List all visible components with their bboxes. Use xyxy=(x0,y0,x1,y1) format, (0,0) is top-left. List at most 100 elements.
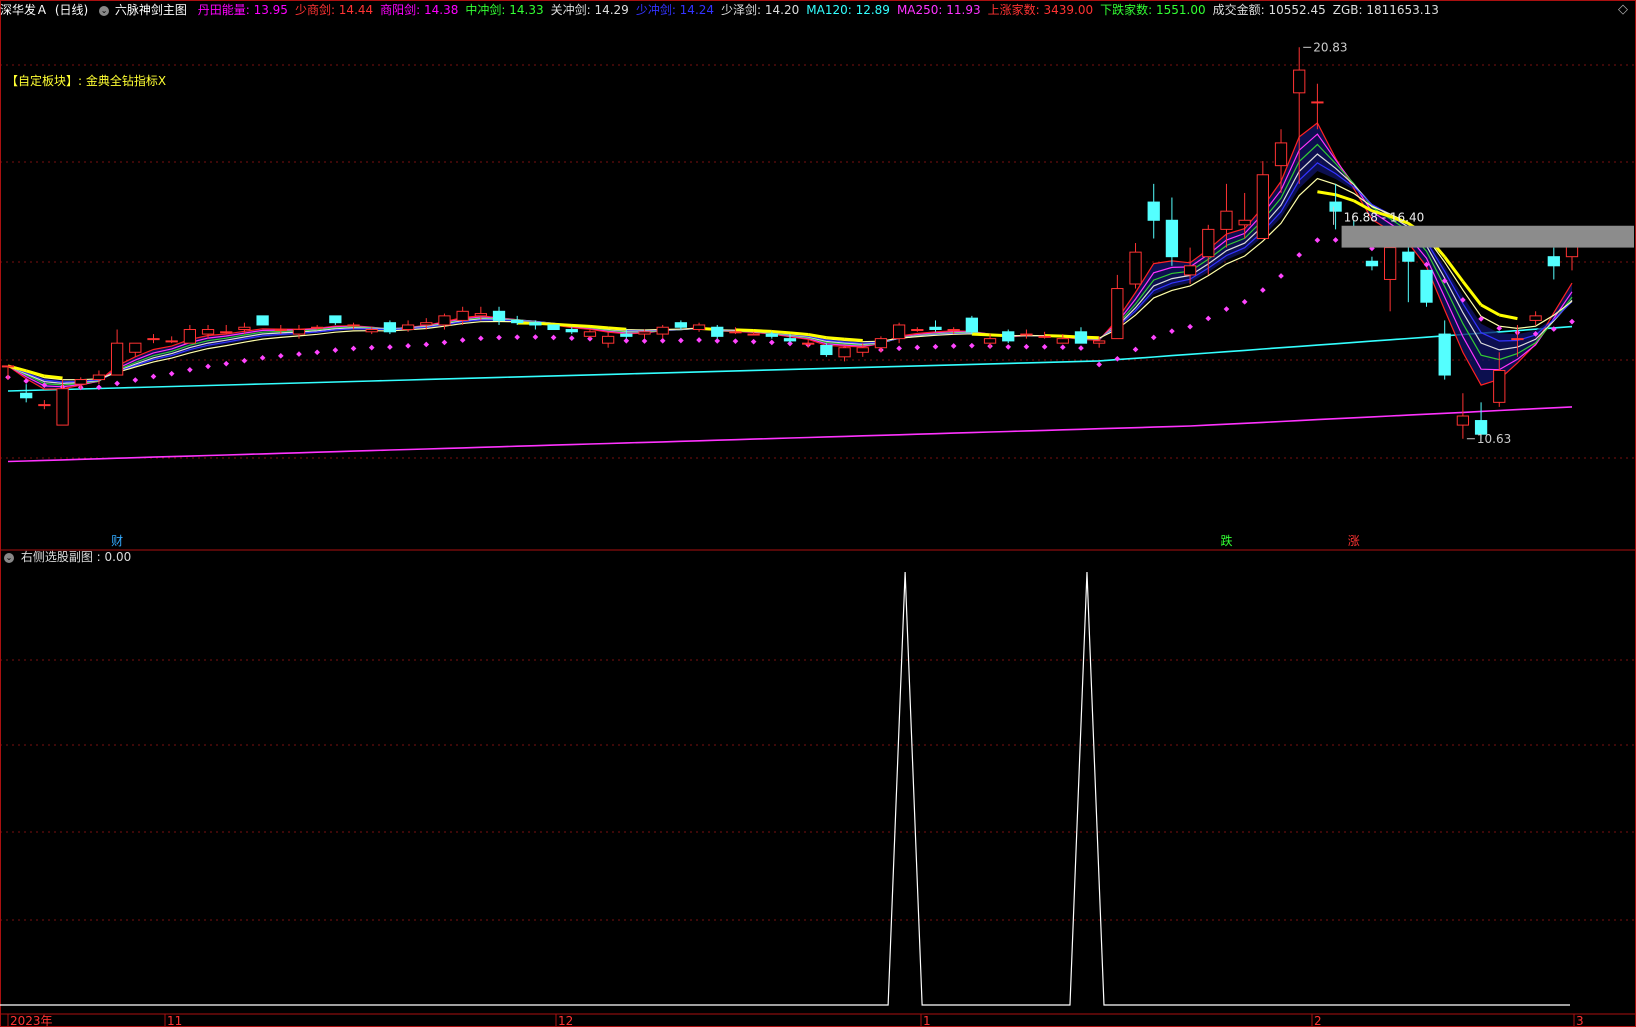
x-tick-label: 11 xyxy=(167,1014,182,1027)
trend-highlight xyxy=(1480,303,1500,317)
candle-body xyxy=(201,329,215,335)
candle-body xyxy=(1238,219,1251,226)
indicator-value-10: 下跌家数: 1551.00 xyxy=(1100,3,1206,17)
indicator-name[interactable]: 六脉神剑主图 xyxy=(115,3,187,17)
candle-body xyxy=(1274,142,1288,167)
period-label[interactable]: (日线) xyxy=(55,3,88,17)
candle xyxy=(1329,183,1342,230)
candle-body xyxy=(347,324,360,327)
candle xyxy=(1111,274,1124,340)
candle-body xyxy=(911,329,924,332)
sub-chart-name[interactable]: 右侧选股副图 xyxy=(21,550,93,564)
sub-indicator-toggle-icon[interactable]: ⌄ xyxy=(4,552,14,563)
sub-chart-value-sep: : xyxy=(96,550,101,564)
candle-body xyxy=(383,322,397,333)
candle-body xyxy=(747,333,760,336)
candle-body xyxy=(401,324,415,331)
candle xyxy=(110,329,124,376)
indicator-toggle-icon[interactable]: ⌄ xyxy=(99,5,110,16)
candle-body xyxy=(1547,256,1560,267)
candle-body xyxy=(1256,174,1269,239)
indicator-dot xyxy=(714,338,721,344)
candle-body xyxy=(165,340,178,343)
indicator-dot xyxy=(678,337,684,344)
indicator-dot xyxy=(132,377,139,383)
indicator-dot xyxy=(1241,298,1248,305)
moving-average-lines xyxy=(7,121,1573,463)
candle-body xyxy=(802,342,815,345)
candle xyxy=(183,324,196,344)
indicator-dot xyxy=(532,334,539,340)
candle-body xyxy=(438,315,451,326)
sword-line-2 xyxy=(7,143,1573,386)
candle xyxy=(929,320,942,332)
range-label: 16.88 - 16.40 xyxy=(1344,211,1425,225)
candle-body xyxy=(1384,247,1397,280)
candle-body xyxy=(1311,101,1324,104)
trend-highlight xyxy=(971,332,991,337)
stock-name[interactable]: 深华发Ａ xyxy=(0,3,48,17)
candle-body xyxy=(1165,219,1179,258)
trend-highlight xyxy=(589,324,609,330)
candle xyxy=(492,306,506,325)
candle-body xyxy=(420,322,433,326)
candle xyxy=(820,343,833,357)
indicator-dot xyxy=(1569,318,1575,325)
diamond-icon[interactable]: ◇ xyxy=(1618,2,1628,17)
indicator-dot xyxy=(1059,344,1066,351)
candle-body xyxy=(511,319,524,324)
candle xyxy=(38,400,51,410)
indicator-dot xyxy=(223,360,230,367)
candle-body xyxy=(292,329,306,335)
indicator-dot xyxy=(1169,328,1175,335)
candle-body xyxy=(492,310,506,321)
signal-marker: 涨 xyxy=(1348,533,1360,548)
indicator-dot xyxy=(1150,334,1157,341)
kline-chart[interactable]: 20.8310.6316.88 - 16.40财跌涨 2023年 11 12 1 2 3 xyxy=(0,0,1636,1027)
x-axis: 2023年 11 12 1 2 3 xyxy=(7,1014,1584,1027)
indicator-dot xyxy=(896,345,902,352)
x-tick-label: 1 xyxy=(923,1014,931,1027)
ma250-line xyxy=(7,406,1573,463)
indicator-dot xyxy=(641,338,648,344)
candle-body xyxy=(1111,288,1124,340)
chart-header: 深华发Ａ (日线) ⌄ 六脉神剑主图 丹田能量: 13.95 少商剑: 14.44… xyxy=(0,0,1636,20)
indicator-dot xyxy=(732,338,739,345)
indicator-dot xyxy=(205,363,211,370)
indicator-value-6: 少泽剑: 14.20 xyxy=(721,3,800,17)
candle-body xyxy=(474,313,487,317)
candle-body xyxy=(638,331,651,335)
candle xyxy=(583,329,597,339)
indicator-dot xyxy=(1332,237,1339,243)
candle xyxy=(1311,83,1324,130)
indicator-dot xyxy=(114,380,120,387)
candle-body xyxy=(147,338,160,341)
candle-body xyxy=(692,324,706,331)
indicator-dot xyxy=(1187,323,1193,330)
candle-body xyxy=(274,329,287,332)
candle xyxy=(1420,269,1433,307)
candle-body xyxy=(1438,333,1451,376)
indicator-dot xyxy=(1114,355,1121,362)
candle xyxy=(256,315,269,326)
candle xyxy=(1529,311,1542,325)
sub-chart-title: ⌄ 右侧选股副图 : 0.00 xyxy=(4,548,131,565)
indicator-dot xyxy=(1096,361,1102,368)
candle-body xyxy=(1183,265,1197,276)
indicator-value-11: 成交金额: 10552.45 xyxy=(1212,3,1326,17)
indicator-value-7: MA120: 12.89 xyxy=(806,3,890,17)
candle-body xyxy=(529,322,542,326)
indicator-dot xyxy=(1260,287,1266,293)
candle-body xyxy=(38,404,51,407)
candle-body xyxy=(1038,335,1051,338)
indicator-dot xyxy=(1314,237,1321,244)
candle-body xyxy=(947,329,960,332)
indicator-value-8: MA250: 11.93 xyxy=(896,3,981,17)
trend-highlight xyxy=(826,336,845,341)
indicator-dot xyxy=(423,341,430,348)
candle xyxy=(220,324,233,335)
sub-indicator-chart xyxy=(0,571,1570,1006)
candle-body xyxy=(765,333,778,337)
candle xyxy=(1020,329,1033,339)
candle-body xyxy=(1202,228,1215,258)
